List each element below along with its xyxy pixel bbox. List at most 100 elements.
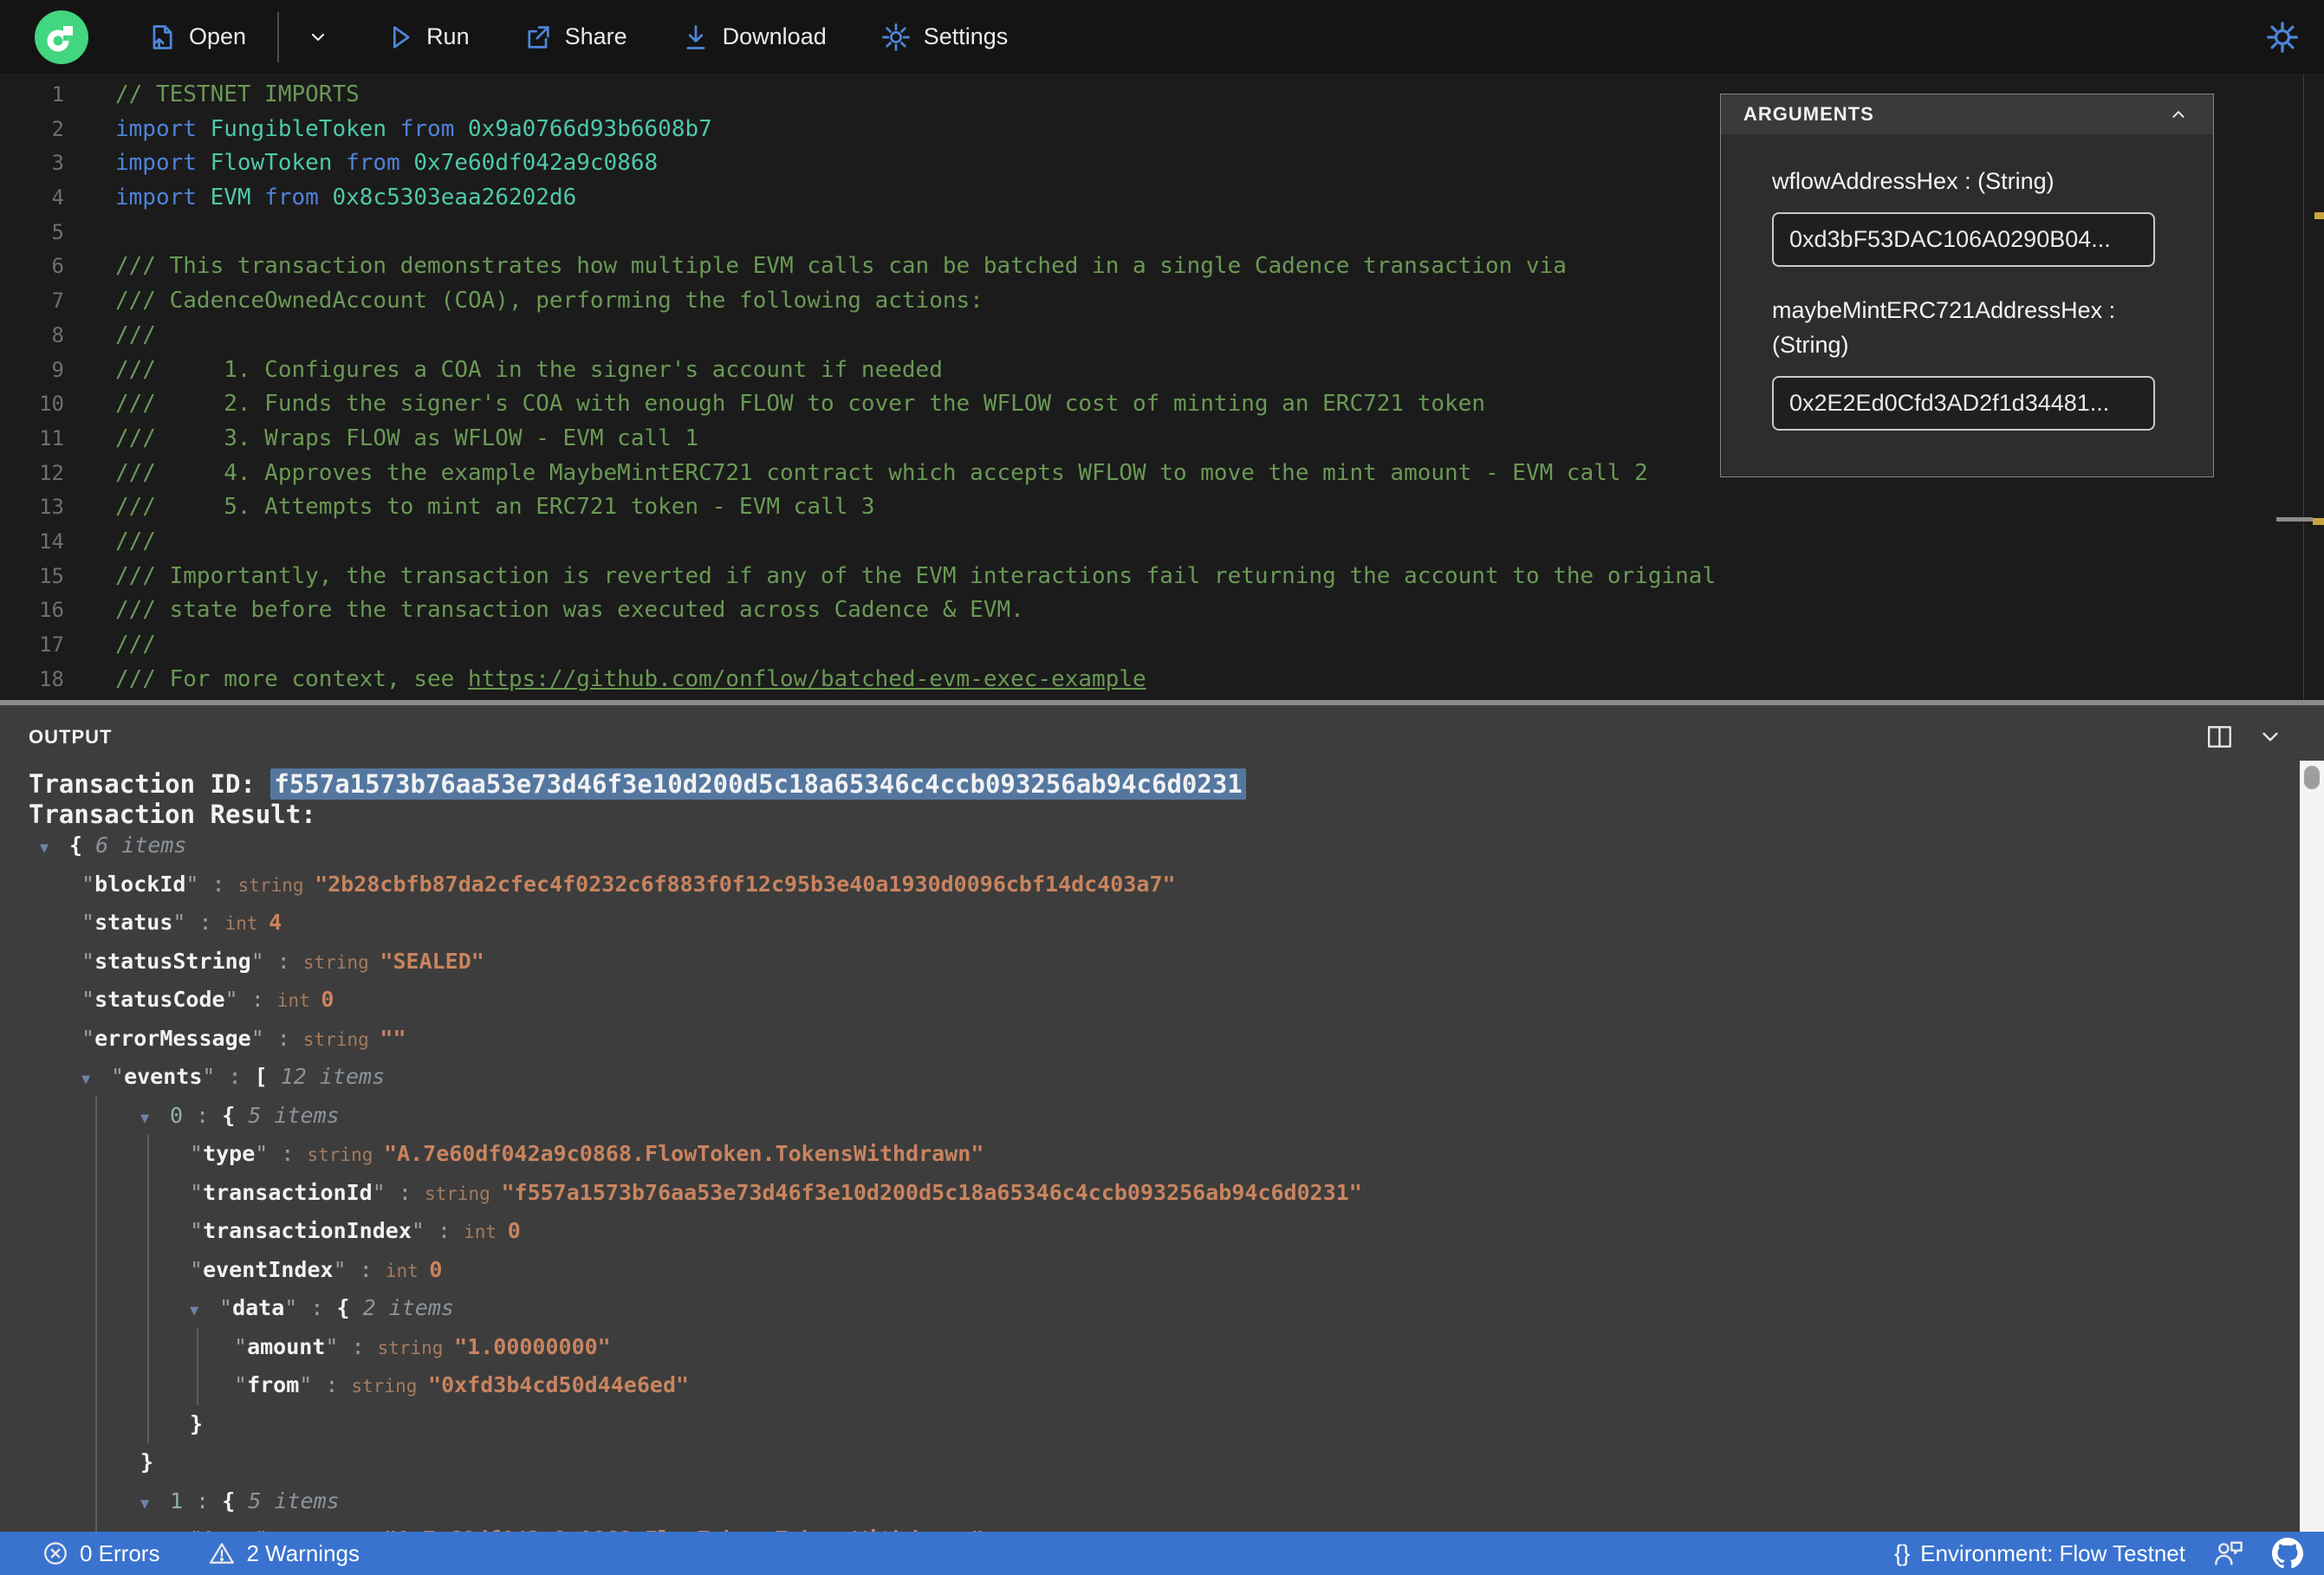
tree-token-p: : (263, 1025, 303, 1051)
tree-token-t: string (237, 874, 315, 896)
tree-row: } (0, 1405, 2288, 1444)
settings-label: Settings (923, 23, 1009, 49)
line-number: 3 (51, 151, 64, 176)
flow-logo[interactable] (35, 10, 88, 64)
arguments-body: wflowAddressHex : (String) maybeMintERC7… (1721, 134, 2213, 431)
code-token: from (264, 185, 333, 211)
tree-token-v: "0xfd3b4cd50d44e6ed" (428, 1372, 690, 1397)
indent-guide (147, 1135, 149, 1443)
run-button[interactable]: Run (385, 23, 470, 52)
warnings-count-label: 2 Warnings (246, 1539, 360, 1566)
tree-token-t: int (224, 913, 269, 934)
tree-collapse-arrow[interactable]: ▼ (40, 829, 69, 868)
feedback-person-icon[interactable] (2213, 1539, 2244, 1568)
code-token: /// 1. Configures a COA in the signer's … (115, 356, 943, 383)
chevron-down-icon (311, 33, 325, 41)
errors-count-label: 0 Errors (80, 1539, 160, 1566)
code-line: 14 /// (0, 525, 2324, 560)
tree-token-i: 5 items (235, 1102, 340, 1128)
tree-row: } (0, 1443, 2288, 1482)
arg-label-wflow: wflowAddressHex : (String) (1772, 168, 2055, 194)
code-line: 13 /// 5. Attempts to mint an ERC721 toke… (0, 490, 2324, 525)
tree-token-b: } (190, 1410, 204, 1436)
tree-token-key: transactionIndex (190, 1218, 425, 1243)
tree-collapse-arrow[interactable]: ▼ (81, 1060, 111, 1099)
tree-token-v: 0 (321, 987, 334, 1012)
tree-token-b: [ (254, 1064, 268, 1089)
tree-token-v: 4 (269, 910, 282, 935)
code-line: 16 /// state before the transaction was e… (0, 593, 2324, 628)
tree-token-p: : (215, 1064, 255, 1089)
collapse-output-chevron-icon[interactable] (2256, 724, 2284, 750)
tree-token-key: errorMessage (81, 1026, 264, 1051)
environment-status[interactable]: {} Environment: Flow Testnet (1894, 1540, 2185, 1567)
tree-row: amount : string "1.00000000" (0, 1328, 2288, 1367)
tree-token-x: 0 (170, 1102, 184, 1128)
code-link[interactable]: https://github.com/onflow/batched-evm-ex… (468, 666, 1146, 692)
code-token: import (115, 150, 211, 177)
line-number: 12 (39, 460, 64, 485)
open-dropdown-caret[interactable] (305, 24, 331, 50)
tree-collapse-arrow[interactable]: ▼ (140, 1099, 170, 1138)
github-icon[interactable] (2272, 1538, 2303, 1569)
toolbar-separator (277, 11, 280, 62)
code-token: FlowToken (210, 150, 347, 177)
code-token: /// (115, 528, 156, 554)
arguments-title: ARGUMENTS (1743, 103, 1874, 125)
tree-token-t: int (385, 1260, 430, 1281)
code-token: /// 4. Approves the example MaybeMintERC… (115, 459, 1648, 486)
editor-scroll-indicator (2276, 517, 2313, 522)
error-circle-icon (44, 1542, 67, 1565)
arguments-panel: ARGUMENTS wflowAddressHex : (String) may… (1720, 94, 2214, 477)
editor-overview-ruler[interactable] (2276, 74, 2324, 700)
environment-label: Environment: Flow Testnet (1920, 1539, 2185, 1566)
run-label: Run (426, 23, 470, 49)
tree-token-t: string (307, 1144, 385, 1165)
warnings-status[interactable]: 2 Warnings (208, 1539, 360, 1567)
braces-icon: {} (1894, 1539, 1911, 1566)
code-token: 0x8c5303eaa26202d6 (332, 185, 577, 211)
split-view-icon[interactable] (2206, 724, 2234, 750)
tree-token-b: { (336, 1295, 350, 1320)
arg-input-wflow[interactable] (1772, 212, 2155, 267)
share-button[interactable]: Share (523, 23, 627, 52)
code-token: 0x9a0766d93b6608b7 (468, 115, 712, 142)
tree-collapse-arrow[interactable]: ▼ (190, 1292, 219, 1331)
tree-token-t: int (464, 1222, 508, 1242)
tree-token-v: 0 (507, 1218, 521, 1243)
tree-token-i: 6 items (82, 833, 187, 858)
tree-collapse-arrow[interactable]: ▼ (140, 1485, 170, 1524)
theme-toggle-sun-icon[interactable] (2265, 20, 2300, 55)
arg-input-maybemint[interactable] (1772, 376, 2155, 431)
code-editor[interactable]: 1 // TESTNET IMPORTS 2 import FungibleToken… (0, 74, 2324, 700)
code-token: /// (115, 321, 156, 348)
settings-button[interactable]: Settings (880, 22, 1009, 53)
arguments-header[interactable]: ARGUMENTS (1721, 94, 2213, 134)
code-line: 15 /// Importantly, the transaction is re… (0, 560, 2324, 594)
tree-token-key: statusString (81, 949, 264, 974)
share-label: Share (564, 23, 627, 49)
output-scrollbar[interactable] (2300, 761, 2324, 1532)
tree-token-v: "2b28cbfb87da2cfec4f0232c6f883f0f12c95b3… (315, 871, 1176, 897)
code-token: import (115, 185, 211, 211)
line-number: 4 (51, 185, 64, 211)
download-button[interactable]: Download (681, 23, 827, 52)
tree-row: statusString : string "SEALED" (0, 943, 2288, 982)
arguments-collapse-button[interactable] (2166, 102, 2191, 126)
output-scrollbar-thumb[interactable] (2304, 766, 2320, 789)
tree-row: eventIndex : int 0 (0, 1251, 2288, 1290)
warning-mark-icon (2313, 518, 2324, 525)
code-token: /// (115, 632, 156, 658)
code-token: from (399, 115, 469, 142)
errors-status[interactable]: 0 Errors (42, 1539, 159, 1567)
tree-token-b: } (140, 1449, 154, 1475)
open-label: Open (189, 23, 247, 49)
line-number: 18 (39, 666, 64, 691)
tree-token-x: 1 (170, 1488, 184, 1513)
code-token: /// CadenceOwnedAccount (COA), performin… (115, 288, 983, 314)
tree-token-key: blockId (81, 872, 198, 897)
open-file-icon (153, 24, 172, 49)
download-label: Download (722, 23, 827, 49)
tree-token-v: 0 (429, 1256, 443, 1282)
open-button[interactable]: Open (147, 23, 246, 52)
